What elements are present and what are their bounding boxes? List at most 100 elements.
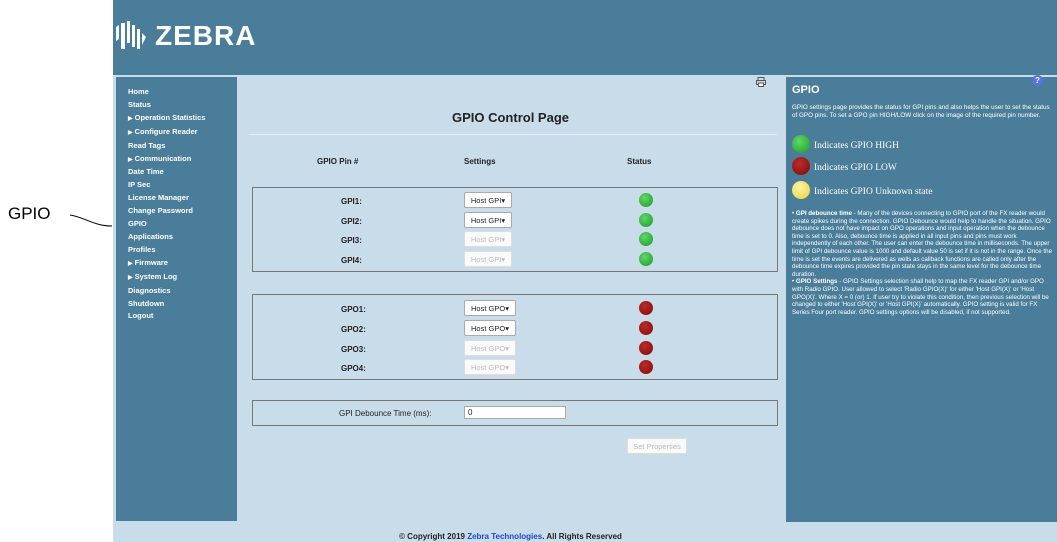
gpo-pin-label: GPO4: — [341, 364, 366, 373]
sidebar-item-label: Read Tags — [128, 140, 166, 150]
status-led-icon[interactable] — [639, 321, 653, 335]
help-debounce-paragraph: • GPI debounce time - Many of the device… — [792, 210, 1053, 278]
sidebar-item-label: Change Password — [128, 206, 194, 216]
zebra-head-icon — [116, 21, 146, 49]
sidebar-item-label: Status — [128, 99, 151, 109]
sidebar-item-shutdown[interactable]: Shutdown — [128, 298, 237, 311]
sidebar-item-system-log[interactable]: ▶ System Log — [128, 271, 237, 285]
sidebar-item-configure-reader[interactable]: ▶ Configure Reader — [128, 126, 237, 140]
sidebar-item-label: Home — [128, 87, 149, 96]
gpo-group: GPO1: Host GPO ▾ GPO2: Host GPO ▾ GPO3: Host … — [252, 294, 778, 380]
sidebar-item-profiles[interactable]: Profiles — [128, 244, 237, 257]
sidebar-item-label: Applications — [128, 231, 174, 241]
gpo-setting-select: Host GPO ▾ — [464, 359, 516, 375]
select-value: Host GPI — [470, 254, 502, 264]
help-intro: GPIO settings page provides the status f… — [792, 104, 1050, 120]
footer-prefix: © Copyright 2019 — [399, 532, 468, 541]
gpo-row: GPO1: Host GPO ▾ — [253, 300, 779, 318]
gpo-setting-select[interactable]: Host GPO ▾ — [464, 300, 516, 316]
copyright-footer: © Copyright 2019 Zebra Technologies. All… — [237, 532, 784, 541]
sidebar-nav: Home Status ▶ Operation Statistics ▶ Configur… — [116, 77, 237, 521]
legend-unknown: Indicates GPIO Unknown state — [792, 181, 1042, 199]
gpi-setting-select[interactable]: Host GPI ▾ — [464, 212, 512, 228]
sidebar-item-license-manager[interactable]: License Manager — [128, 192, 237, 205]
column-header-settings: Settings — [464, 157, 496, 166]
select-value: Host GPI — [470, 195, 502, 205]
select-value: Host GPI — [470, 215, 502, 225]
gpi-group: GPI1: Host GPI ▾ GPI2: Host GPI ▾ GPI3: Host … — [252, 187, 778, 272]
sidebar-item-label: Profiles — [128, 244, 156, 254]
chevron-down-icon: ▾ — [505, 343, 509, 353]
help-debounce-heading: GPI debounce time — [795, 210, 852, 217]
help-debounce-text: - Many of the devices connecting to GPIO… — [792, 210, 1053, 278]
sidebar-item-status[interactable]: Status — [128, 99, 237, 112]
sidebar-item-label: Shutdown — [128, 298, 165, 308]
gpi-row: GPI1: Host GPI ▾ — [253, 192, 779, 210]
gpo-row: GPO2: Host GPO ▾ — [253, 320, 779, 338]
sidebar-item-logout[interactable]: Logout — [128, 310, 237, 323]
help-question-icon[interactable]: ? — [1032, 75, 1043, 86]
sidebar-item-applications[interactable]: Applications — [128, 231, 237, 244]
debounce-label: GPI Debounce Time (ms): — [339, 409, 432, 418]
sidebar-item-communication[interactable]: ▶ Communication — [128, 153, 237, 167]
column-header-pin: GPIO Pin # — [317, 157, 359, 166]
chevron-down-icon: ▾ — [501, 195, 506, 205]
help-settings-heading: GPIO Settings — [795, 278, 838, 286]
title-divider — [249, 134, 777, 135]
gpi-pin-label: GPI3: — [341, 236, 362, 245]
caret-right-icon: ▶ — [128, 129, 133, 136]
caret-right-icon: ▶ — [128, 115, 133, 122]
gpi-pin-label: GPI1: — [341, 197, 362, 206]
gpi-pin-label: GPI2: — [341, 217, 362, 226]
help-panel: ? GPIO GPIO settings page provides the s… — [786, 75, 1057, 522]
gpi-setting-select[interactable]: Host GPI ▾ — [464, 192, 512, 208]
sidebar-item-diagnostics[interactable]: Diagnostics — [128, 285, 237, 298]
legend-low: Indicates GPIO LOW — [792, 157, 1042, 175]
sidebar-item-label: Logout — [128, 311, 154, 321]
gpo-pin-label: GPO2: — [341, 325, 366, 334]
gpo-setting-select: Host GPO ▾ — [464, 340, 516, 356]
page-title: GPIO Control Page — [451, 110, 569, 125]
status-led-icon[interactable] — [639, 360, 653, 374]
select-value: Host GPO — [471, 303, 506, 313]
sidebar-item-label: Communication — [134, 153, 192, 163]
gpo-pin-label: GPO3: — [341, 345, 366, 354]
caret-right-icon: ▶ — [128, 260, 133, 267]
set-properties-button[interactable]: Set Properties — [627, 438, 687, 454]
brand-name: ZEBRA — [155, 20, 257, 51]
chevron-down-icon: ▾ — [501, 234, 506, 244]
status-led-icon — [639, 252, 653, 266]
gpo-row: GPO3: Host GPO ▾ — [253, 340, 779, 358]
gpi-setting-select: Host GPI ▾ — [464, 251, 512, 267]
browser-frame: ZEBRA Home Status ▶ Operation Statistics ▶ Co… — [113, 0, 1057, 542]
column-header-status: Status — [627, 157, 652, 166]
page-header: ZEBRA — [113, 0, 1057, 75]
green-led-icon — [792, 135, 810, 153]
chevron-down-icon: ▾ — [505, 303, 509, 313]
gpi-row: GPI2: Host GPI ▾ — [253, 212, 779, 230]
sidebar-item-label: Diagnostics — [128, 285, 171, 295]
help-details: • GPI debounce time - Many of the device… — [792, 210, 1053, 316]
yellow-led-icon — [792, 181, 810, 199]
status-led-icon[interactable] — [639, 341, 653, 355]
sidebar-item-label: Firmware — [134, 257, 168, 267]
sidebar-item-read-tags[interactable]: Read Tags — [128, 140, 237, 153]
sidebar-item-change-password[interactable]: Change Password — [128, 205, 237, 218]
legend-high-text: Indicates GPIO HIGH — [814, 141, 899, 151]
gpo-setting-select[interactable]: Host GPO ▾ — [464, 320, 516, 336]
gpi-row: GPI3: Host GPI ▾ — [253, 231, 779, 249]
zebra-link[interactable]: Zebra Technologies — [467, 532, 542, 541]
sidebar-item-ip-sec[interactable]: IP Sec — [128, 179, 237, 192]
sidebar-item-firmware[interactable]: ▶ Firmware — [128, 257, 237, 271]
sidebar-item-label: License Manager — [128, 193, 189, 203]
debounce-input[interactable]: 0 — [464, 406, 566, 419]
sidebar-item-gpio[interactable]: GPIO — [128, 218, 237, 231]
sidebar-item-operation-statistics[interactable]: ▶ Operation Statistics — [128, 112, 237, 126]
status-led-icon[interactable] — [639, 301, 653, 315]
select-value: Host GPO — [471, 323, 506, 333]
callout-label: GPIO — [8, 204, 51, 223]
legend-low-text: Indicates GPIO LOW — [814, 163, 897, 173]
sidebar-item-home[interactable]: Home — [128, 86, 237, 99]
sidebar-item-label: IP Sec — [128, 180, 151, 190]
sidebar-item-date-time[interactable]: Date Time — [128, 166, 237, 179]
